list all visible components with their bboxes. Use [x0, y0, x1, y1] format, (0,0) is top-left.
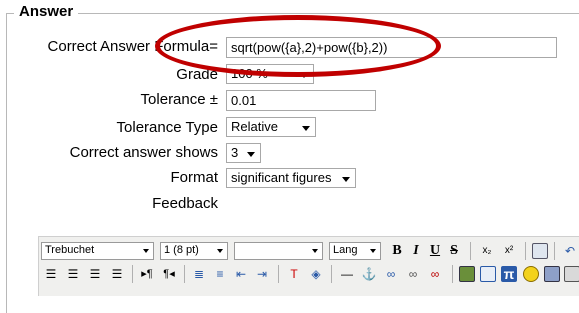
tolerance-type-label: Tolerance Type	[116, 119, 218, 136]
rtl-icon[interactable]: ¶◂	[160, 265, 178, 283]
lang-value: Lang	[333, 244, 358, 256]
grade-select[interactable]: 100 %	[226, 64, 314, 84]
style-select[interactable]	[234, 242, 323, 260]
formula-input[interactable]: sqrt(pow({a},2)+pow({b},2))	[226, 37, 557, 58]
chevron-down-icon	[300, 73, 308, 78]
toolbar-divider	[470, 242, 471, 260]
chevron-down-icon	[342, 177, 350, 182]
toolbar-divider	[184, 265, 185, 283]
insert-table-icon[interactable]	[480, 266, 496, 282]
grade-value: 100 %	[231, 66, 268, 81]
toolbar-divider	[331, 265, 332, 283]
section-title: Answer	[14, 3, 79, 20]
chevron-down-icon	[143, 249, 149, 253]
unlink-icon[interactable]: ∞	[404, 265, 422, 283]
toolbar-divider	[525, 242, 526, 260]
anchor-icon[interactable]: ⚓	[360, 265, 378, 283]
font-size-select[interactable]: 1 (8 pt)	[160, 242, 228, 260]
insert-media-icon[interactable]	[544, 266, 560, 282]
outdent-icon[interactable]: ⇤	[232, 265, 250, 283]
align-left-icon[interactable]: ☰	[42, 265, 60, 283]
strikethrough-button[interactable]: S	[445, 242, 463, 260]
format-value: significant figures	[231, 170, 332, 185]
link-icon[interactable]: ∞	[382, 265, 400, 283]
search-replace-icon[interactable]	[564, 266, 579, 282]
align-right-icon[interactable]: ☰	[86, 265, 104, 283]
formula-label: Correct Answer Formula=	[47, 38, 218, 55]
tolerance-label: Tolerance ±	[140, 91, 218, 108]
justify-icon[interactable]: ☰	[108, 265, 126, 283]
tolerance-type-value: Relative	[231, 119, 278, 134]
format-select[interactable]: significant figures	[226, 168, 356, 188]
ltr-icon[interactable]: ▸¶	[138, 265, 156, 283]
format-label: Format	[170, 169, 218, 186]
italic-button[interactable]: I	[407, 242, 425, 260]
feedback-label: Feedback	[152, 195, 218, 212]
tolerance-input[interactable]: 0.01	[226, 90, 376, 111]
grade-label: Grade	[176, 66, 218, 83]
undo-icon[interactable]: ↶	[561, 242, 579, 260]
numbered-list-icon[interactable]: ≣	[190, 265, 208, 283]
font-family-select[interactable]: Trebuchet	[41, 242, 154, 260]
bullet-list-icon[interactable]: ≡	[211, 265, 229, 283]
chevron-down-icon	[370, 249, 376, 253]
emoticon-icon[interactable]	[523, 266, 539, 282]
toolbar-divider	[554, 242, 555, 260]
font-family-value: Trebuchet	[45, 244, 95, 256]
insert-image-icon[interactable]	[459, 266, 475, 282]
background-color-icon[interactable]: ◈	[307, 265, 325, 283]
nolink-icon[interactable]: ∞	[426, 265, 444, 283]
bold-button[interactable]: B	[388, 242, 406, 260]
toolbar-divider	[452, 265, 453, 283]
chevron-down-icon	[217, 249, 223, 253]
insert-symbol-icon[interactable]: π	[501, 266, 517, 282]
toolbar-divider	[132, 265, 133, 283]
align-center-icon[interactable]: ☰	[64, 265, 82, 283]
lang-select[interactable]: Lang	[329, 242, 381, 260]
subscript-button[interactable]: x₂	[478, 242, 496, 260]
clean-word-icon[interactable]	[532, 243, 548, 259]
indent-icon[interactable]: ⇥	[253, 265, 271, 283]
horizontal-rule-icon[interactable]: —	[338, 265, 356, 283]
answer-shows-select[interactable]: 3	[226, 143, 261, 163]
toolbar-divider	[278, 265, 279, 283]
text-color-icon[interactable]: T	[285, 265, 303, 283]
answer-shows-value: 3	[231, 145, 239, 160]
answer-shows-label: Correct answer shows	[69, 144, 218, 161]
underline-button[interactable]: U	[426, 242, 444, 260]
chevron-down-icon	[247, 152, 255, 157]
chevron-down-icon	[312, 249, 318, 253]
tolerance-type-select[interactable]: Relative	[226, 117, 316, 137]
font-size-value: 1 (8 pt)	[164, 244, 199, 256]
chevron-down-icon	[302, 126, 310, 131]
superscript-button[interactable]: x²	[500, 242, 518, 260]
